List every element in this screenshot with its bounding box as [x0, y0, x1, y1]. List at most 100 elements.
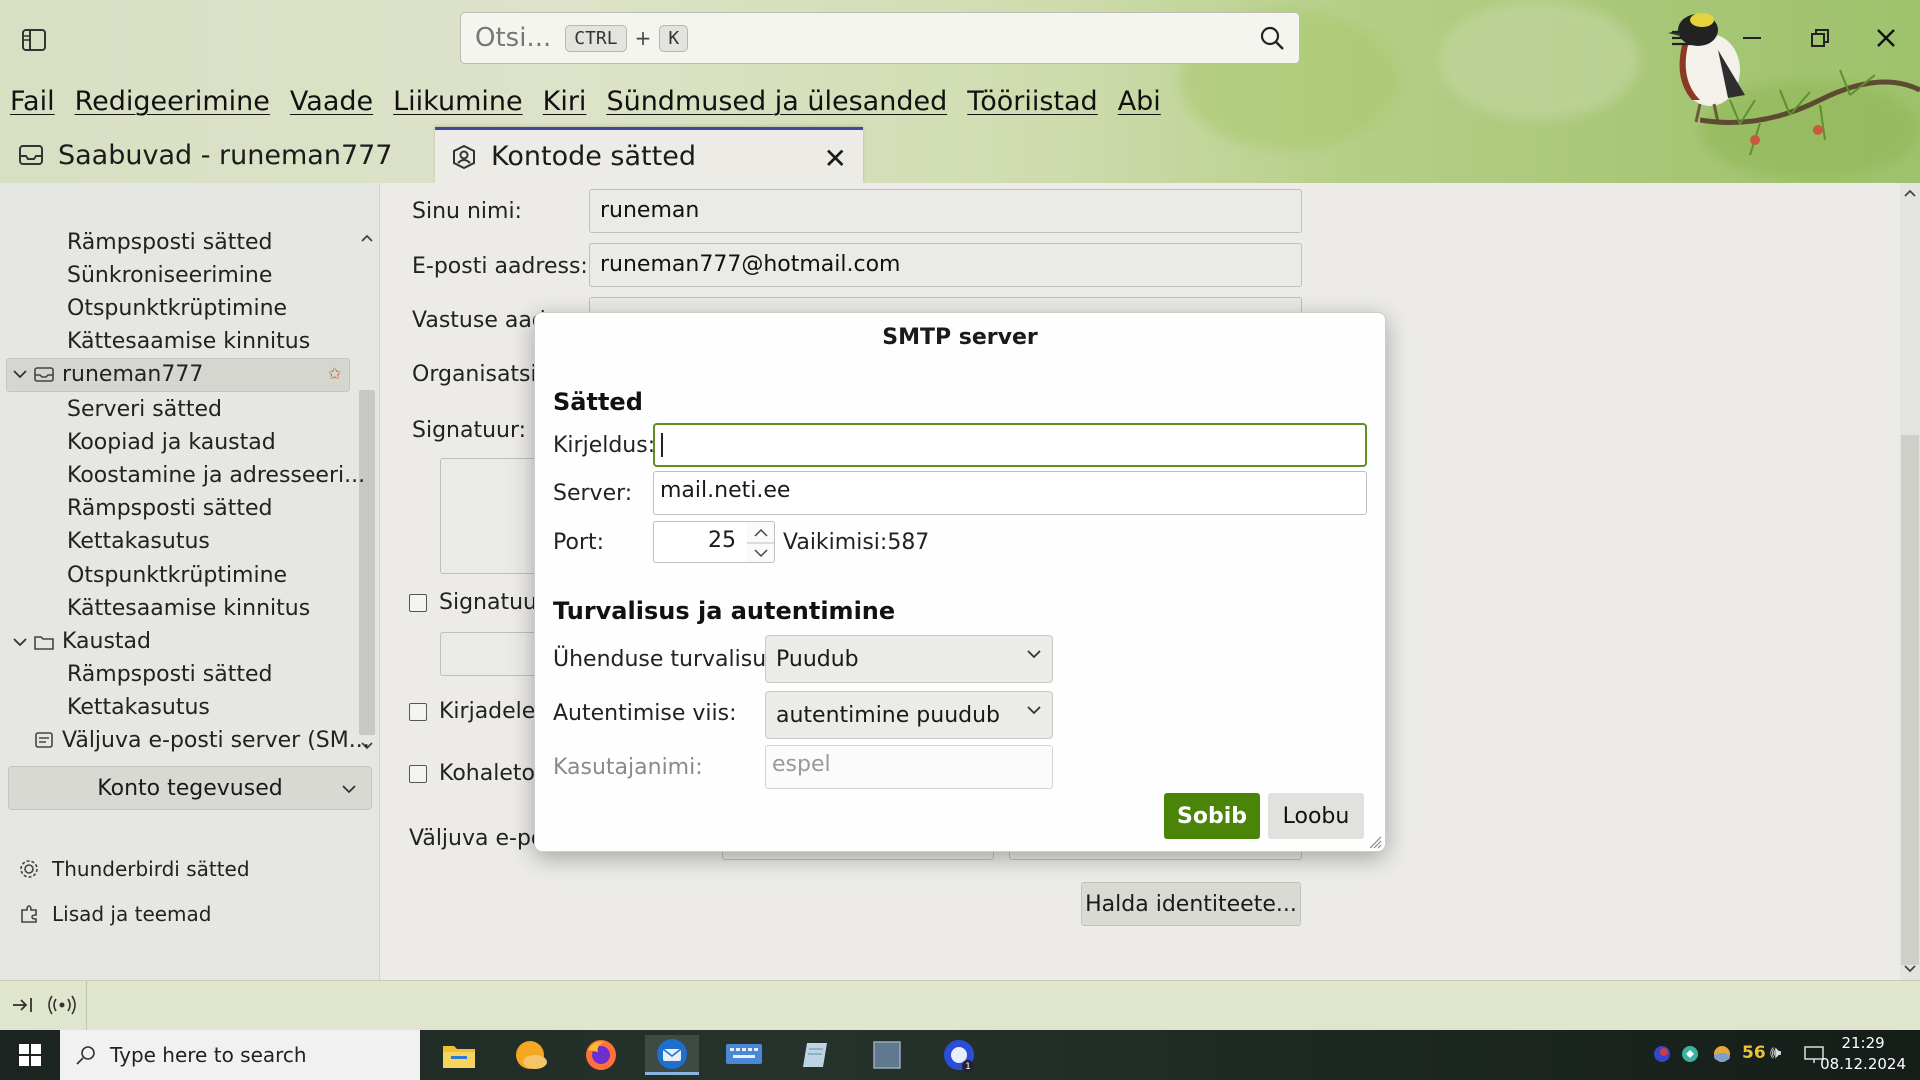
resize-grip-icon[interactable]	[1368, 835, 1382, 849]
restore-button[interactable]	[1800, 20, 1840, 56]
sidebar-item-e2e-2[interactable]: Otspunktkrüptimine	[67, 563, 287, 588]
search-icon	[76, 1046, 95, 1065]
scroll-down-icon[interactable]	[1903, 964, 1917, 974]
taskbar-clock[interactable]: 21:29 08.12.2024	[1820, 1033, 1906, 1075]
taskbar-thunderbird-2[interactable]: 1	[932, 1035, 986, 1075]
keyboard-icon	[726, 1044, 762, 1064]
close-icon	[1877, 29, 1895, 47]
sidebar-item-account-runeman777[interactable]: runeman777	[62, 362, 203, 387]
app-menu-button[interactable]	[1662, 20, 1702, 56]
menu-tools[interactable]: Tööriistad	[957, 86, 1107, 117]
sidebar-item-composition[interactable]: Koostamine ja adresseeri...	[67, 463, 365, 488]
username-input[interactable]: espel	[765, 745, 1053, 789]
volume-icon[interactable]: 🕪	[1770, 1042, 1781, 1063]
taskbar-firefox[interactable]	[574, 1035, 628, 1075]
tab-inbox[interactable]: Saabuvad - runeman777	[18, 127, 428, 183]
start-button[interactable]	[0, 1030, 60, 1080]
tab-account-settings-label: Kontode sätted	[491, 141, 696, 172]
signature-textarea[interactable]	[440, 458, 540, 574]
menu-go[interactable]: Liikumine	[383, 86, 533, 117]
sidebar-toggle-button[interactable]	[16, 22, 52, 58]
sidebar-item-e2e[interactable]: Otspunktkrüptimine	[67, 296, 287, 321]
menu-file[interactable]: Fail	[0, 86, 65, 117]
windows-taskbar: Type here to search 1 56 🕪 21:29 08.12.2…	[0, 1030, 1920, 1080]
menu-edit[interactable]: Redigeerimine	[65, 86, 280, 117]
menu-help[interactable]: Abi	[1108, 86, 1171, 117]
sidebar-item-local-folders[interactable]: Kaustad	[62, 629, 151, 654]
search-icon[interactable]	[1259, 25, 1285, 51]
username-label: Kasutajanimi:	[553, 755, 703, 780]
sidebar-item-outgoing-server[interactable]: Väljuva e-posti server (SM...	[62, 728, 370, 753]
collapse-pane-icon[interactable]	[12, 995, 34, 1015]
online-status-icon[interactable]	[48, 993, 76, 1017]
minimize-button[interactable]	[1732, 20, 1772, 56]
tray-weather-icon[interactable]	[1712, 1044, 1732, 1064]
menu-message[interactable]: Kiri	[533, 86, 597, 117]
sidebar-item-junk-settings-2[interactable]: Rämpsposti sätted	[67, 496, 272, 521]
sidebar-item-disk-space-2[interactable]: Kettakasutus	[67, 695, 210, 720]
scroll-up-icon[interactable]	[360, 233, 374, 243]
shortcut-key-k: K	[659, 24, 689, 52]
main-scrollbar-thumb[interactable]	[1901, 435, 1919, 965]
tray-app-icon[interactable]	[1680, 1044, 1700, 1064]
your-name-field[interactable]: runeman	[589, 189, 1302, 233]
signature-file-field[interactable]	[440, 632, 540, 676]
connection-security-select[interactable]: Puudub	[765, 635, 1053, 683]
addons-themes-link[interactable]: Lisad ja teemad	[52, 902, 211, 926]
close-window-button[interactable]	[1866, 20, 1906, 56]
signature-file-checkbox[interactable]	[409, 594, 427, 612]
port-label: Port:	[553, 530, 605, 555]
menu-view[interactable]: Vaade	[280, 86, 383, 117]
dialog-title: SMTP server	[882, 325, 1038, 350]
taskbar-thunderbird[interactable]	[645, 1035, 699, 1075]
taskbar-app-window[interactable]	[860, 1035, 914, 1075]
port-stepper[interactable]	[747, 521, 775, 563]
status-divider	[86, 981, 87, 1031]
status-bar	[0, 980, 1920, 1031]
folder-icon	[34, 636, 54, 650]
taskbar-weather[interactable]	[504, 1035, 558, 1075]
manage-identities-button[interactable]: Halda identiteete...	[1081, 882, 1301, 926]
sidebar-item-sync[interactable]: Sünkroniseerimine	[67, 263, 272, 288]
chevron-down-icon	[1027, 650, 1041, 659]
email-address-field[interactable]: runeman777@hotmail.com	[589, 243, 1302, 287]
tab-bar: Saabuvad - runeman777 Kontode sätted ✕	[0, 125, 1920, 183]
menu-bar: Fail Redigeerimine Vaade Liikumine Kiri …	[0, 78, 1171, 124]
ok-button[interactable]: Sobib	[1164, 793, 1260, 839]
auth-method-select[interactable]: autentimine puudub	[765, 691, 1053, 739]
close-tab-icon[interactable]: ✕	[824, 142, 847, 175]
global-search-box[interactable]: Otsi... CTRL + K	[460, 12, 1300, 64]
tray-vpn-icon[interactable]	[1652, 1044, 1672, 1064]
taskbar-keyboard-app[interactable]	[717, 1035, 771, 1075]
thunderbird-settings-link[interactable]: Thunderbirdi sätted	[52, 857, 250, 881]
sidebar-item-disk-space[interactable]: Kettakasutus	[67, 529, 210, 554]
taskbar-notes-app[interactable]	[788, 1035, 842, 1075]
account-actions-dropdown[interactable]: Konto tegevused	[8, 766, 372, 810]
description-input[interactable]	[653, 423, 1367, 467]
sidebar-item-junk-settings[interactable]: Rämpsposti sätted	[67, 230, 272, 255]
tab-inbox-label: Saabuvad - runeman777	[58, 139, 393, 171]
chevron-down-icon[interactable]	[12, 368, 28, 380]
thunderbird-icon	[657, 1038, 687, 1069]
cancel-button[interactable]: Loobu	[1268, 793, 1364, 839]
dsn-checkbox[interactable]	[409, 765, 427, 783]
server-input[interactable]: mail.neti.ee	[653, 471, 1367, 515]
sidebar-item-receipts[interactable]: Kättesaamise kinnitus	[67, 329, 310, 354]
menu-events-tasks[interactable]: Sündmused ja ülesanded	[596, 86, 957, 117]
taskbar-search-box[interactable]: Type here to search	[60, 1030, 420, 1080]
attach-vcard-checkbox[interactable]	[409, 703, 427, 721]
taskbar-file-explorer[interactable]	[432, 1035, 486, 1075]
sidebar-item-copies-folders[interactable]: Koopiad ja kaustad	[67, 430, 276, 455]
sidebar-item-receipts-2[interactable]: Kättesaamise kinnitus	[67, 596, 310, 621]
connection-security-label: Ühenduse turvalisus:	[553, 647, 786, 672]
search-placeholder: Otsi...	[475, 23, 552, 53]
sidebar-item-junk-settings-3[interactable]: Rämpsposti sätted	[67, 662, 272, 687]
port-input[interactable]: 25	[653, 521, 749, 563]
chevron-down-icon[interactable]	[12, 636, 28, 648]
sidebar-scrollbar-thumb[interactable]	[359, 390, 375, 735]
scroll-up-icon[interactable]	[1903, 188, 1917, 198]
settings-section-heading: Sätted	[553, 388, 643, 416]
clock-date: 08.12.2024	[1820, 1055, 1906, 1073]
sidebar-item-server-settings[interactable]: Serveri sätted	[67, 397, 222, 422]
tab-account-settings[interactable]: Kontode sätted ✕	[435, 127, 863, 183]
